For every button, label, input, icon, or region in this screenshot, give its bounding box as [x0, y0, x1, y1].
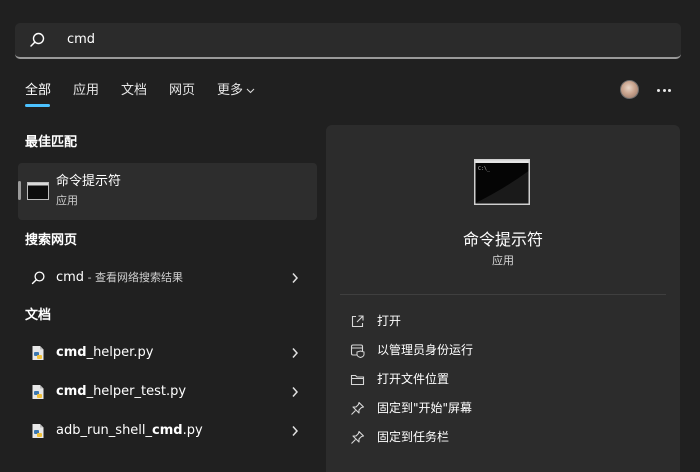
- action-run-as-admin[interactable]: 以管理员身份运行: [348, 339, 658, 363]
- web-search-query: cmd: [56, 270, 85, 285]
- selection-accent: [18, 181, 21, 200]
- svg-text:C:\_: C:\_: [478, 166, 491, 172]
- document-item[interactable]: cmd_helper_test.py: [18, 375, 317, 409]
- document-name-match: cmd: [56, 345, 87, 360]
- panel-divider: [340, 294, 666, 295]
- document-name-rest: _helper_test.py: [86, 384, 187, 399]
- more-dot-icon: [668, 88, 671, 92]
- action-open-file-location[interactable]: 打开文件位置: [348, 368, 658, 392]
- action-label: 固定到"开始"屏幕: [377, 401, 473, 415]
- best-match-title: 命令提示符: [56, 174, 122, 189]
- open-external-icon: [351, 315, 364, 328]
- search-icon: [31, 271, 45, 285]
- document-item[interactable]: adb_run_shell_cmd.py: [18, 414, 317, 448]
- section-web-search: 搜索网页: [25, 233, 78, 248]
- action-label: 打开文件位置: [377, 372, 450, 386]
- python-file-icon: [32, 385, 44, 399]
- more-dot-icon: [657, 88, 660, 92]
- chevron-down-icon: [246, 88, 255, 93]
- chevron-right-icon: [292, 273, 299, 283]
- folder-icon: [350, 374, 365, 386]
- tab-more[interactable]: 更多: [217, 82, 255, 100]
- tab-more-label: 更多: [217, 83, 244, 98]
- admin-shield-icon: [350, 344, 365, 358]
- best-match-subtitle: 应用: [56, 194, 78, 207]
- action-open[interactable]: 打开: [348, 310, 658, 334]
- search-box[interactable]: cmd: [15, 23, 681, 59]
- action-label: 以管理员身份运行: [377, 343, 474, 357]
- action-label: 打开: [377, 314, 402, 328]
- python-file-icon: [32, 346, 44, 360]
- user-avatar[interactable]: [620, 80, 639, 99]
- panel-title: 命令提示符: [462, 230, 543, 249]
- tab-all[interactable]: 全部: [25, 82, 51, 100]
- details-panel: C:\_ 命令提示符 应用 打开 以管理员身份运行 打开文件位置 固定到"开始"…: [326, 125, 680, 472]
- windows-search-window: cmd 全部 应用 文档 网页 更多 最佳匹配 命令提示符 应用 搜索网页 cm…: [0, 0, 700, 472]
- document-name-rest: .py: [182, 423, 203, 438]
- action-pin-to-start[interactable]: 固定到"开始"屏幕: [348, 397, 658, 421]
- web-search-suffix: - 查看网络搜索结果: [84, 271, 184, 284]
- search-input[interactable]: cmd: [67, 30, 95, 50]
- document-name: adb_run_shell_cmd.py: [56, 422, 203, 440]
- command-prompt-icon: C:\_: [474, 159, 530, 205]
- web-search-result[interactable]: cmd - 查看网络搜索结果: [18, 261, 317, 295]
- panel-subtitle: 应用: [492, 254, 514, 267]
- more-options-button[interactable]: [654, 81, 674, 99]
- pin-icon: [351, 430, 365, 444]
- python-file-icon: [32, 424, 44, 438]
- document-item[interactable]: cmd_helper.py: [18, 336, 317, 370]
- section-best-match: 最佳匹配: [25, 135, 78, 150]
- tab-web[interactable]: 网页: [169, 82, 195, 100]
- chevron-right-icon: [292, 426, 299, 436]
- document-name-prefix: adb_run_shell_: [56, 423, 153, 438]
- document-name: cmd_helper.py: [56, 344, 153, 362]
- command-prompt-icon: [27, 182, 49, 200]
- document-name: cmd_helper_test.py: [56, 383, 186, 401]
- search-icon: [30, 32, 45, 47]
- document-name-match: cmd: [56, 384, 87, 399]
- active-tab-indicator: [25, 104, 50, 107]
- section-documents: 文档: [25, 308, 52, 323]
- document-name-rest: _helper.py: [86, 345, 154, 360]
- web-search-text: cmd - 查看网络搜索结果: [56, 269, 183, 287]
- action-label: 固定到任务栏: [377, 430, 450, 444]
- action-pin-to-taskbar[interactable]: 固定到任务栏: [348, 426, 658, 450]
- tab-documents[interactable]: 文档: [121, 82, 147, 100]
- document-name-match: cmd: [152, 423, 183, 438]
- pin-icon: [351, 401, 365, 415]
- tab-apps[interactable]: 应用: [73, 82, 99, 100]
- more-dot-icon: [662, 88, 666, 92]
- best-match-item[interactable]: 命令提示符 应用: [18, 163, 317, 220]
- chevron-right-icon: [292, 387, 299, 397]
- chevron-right-icon: [292, 348, 299, 358]
